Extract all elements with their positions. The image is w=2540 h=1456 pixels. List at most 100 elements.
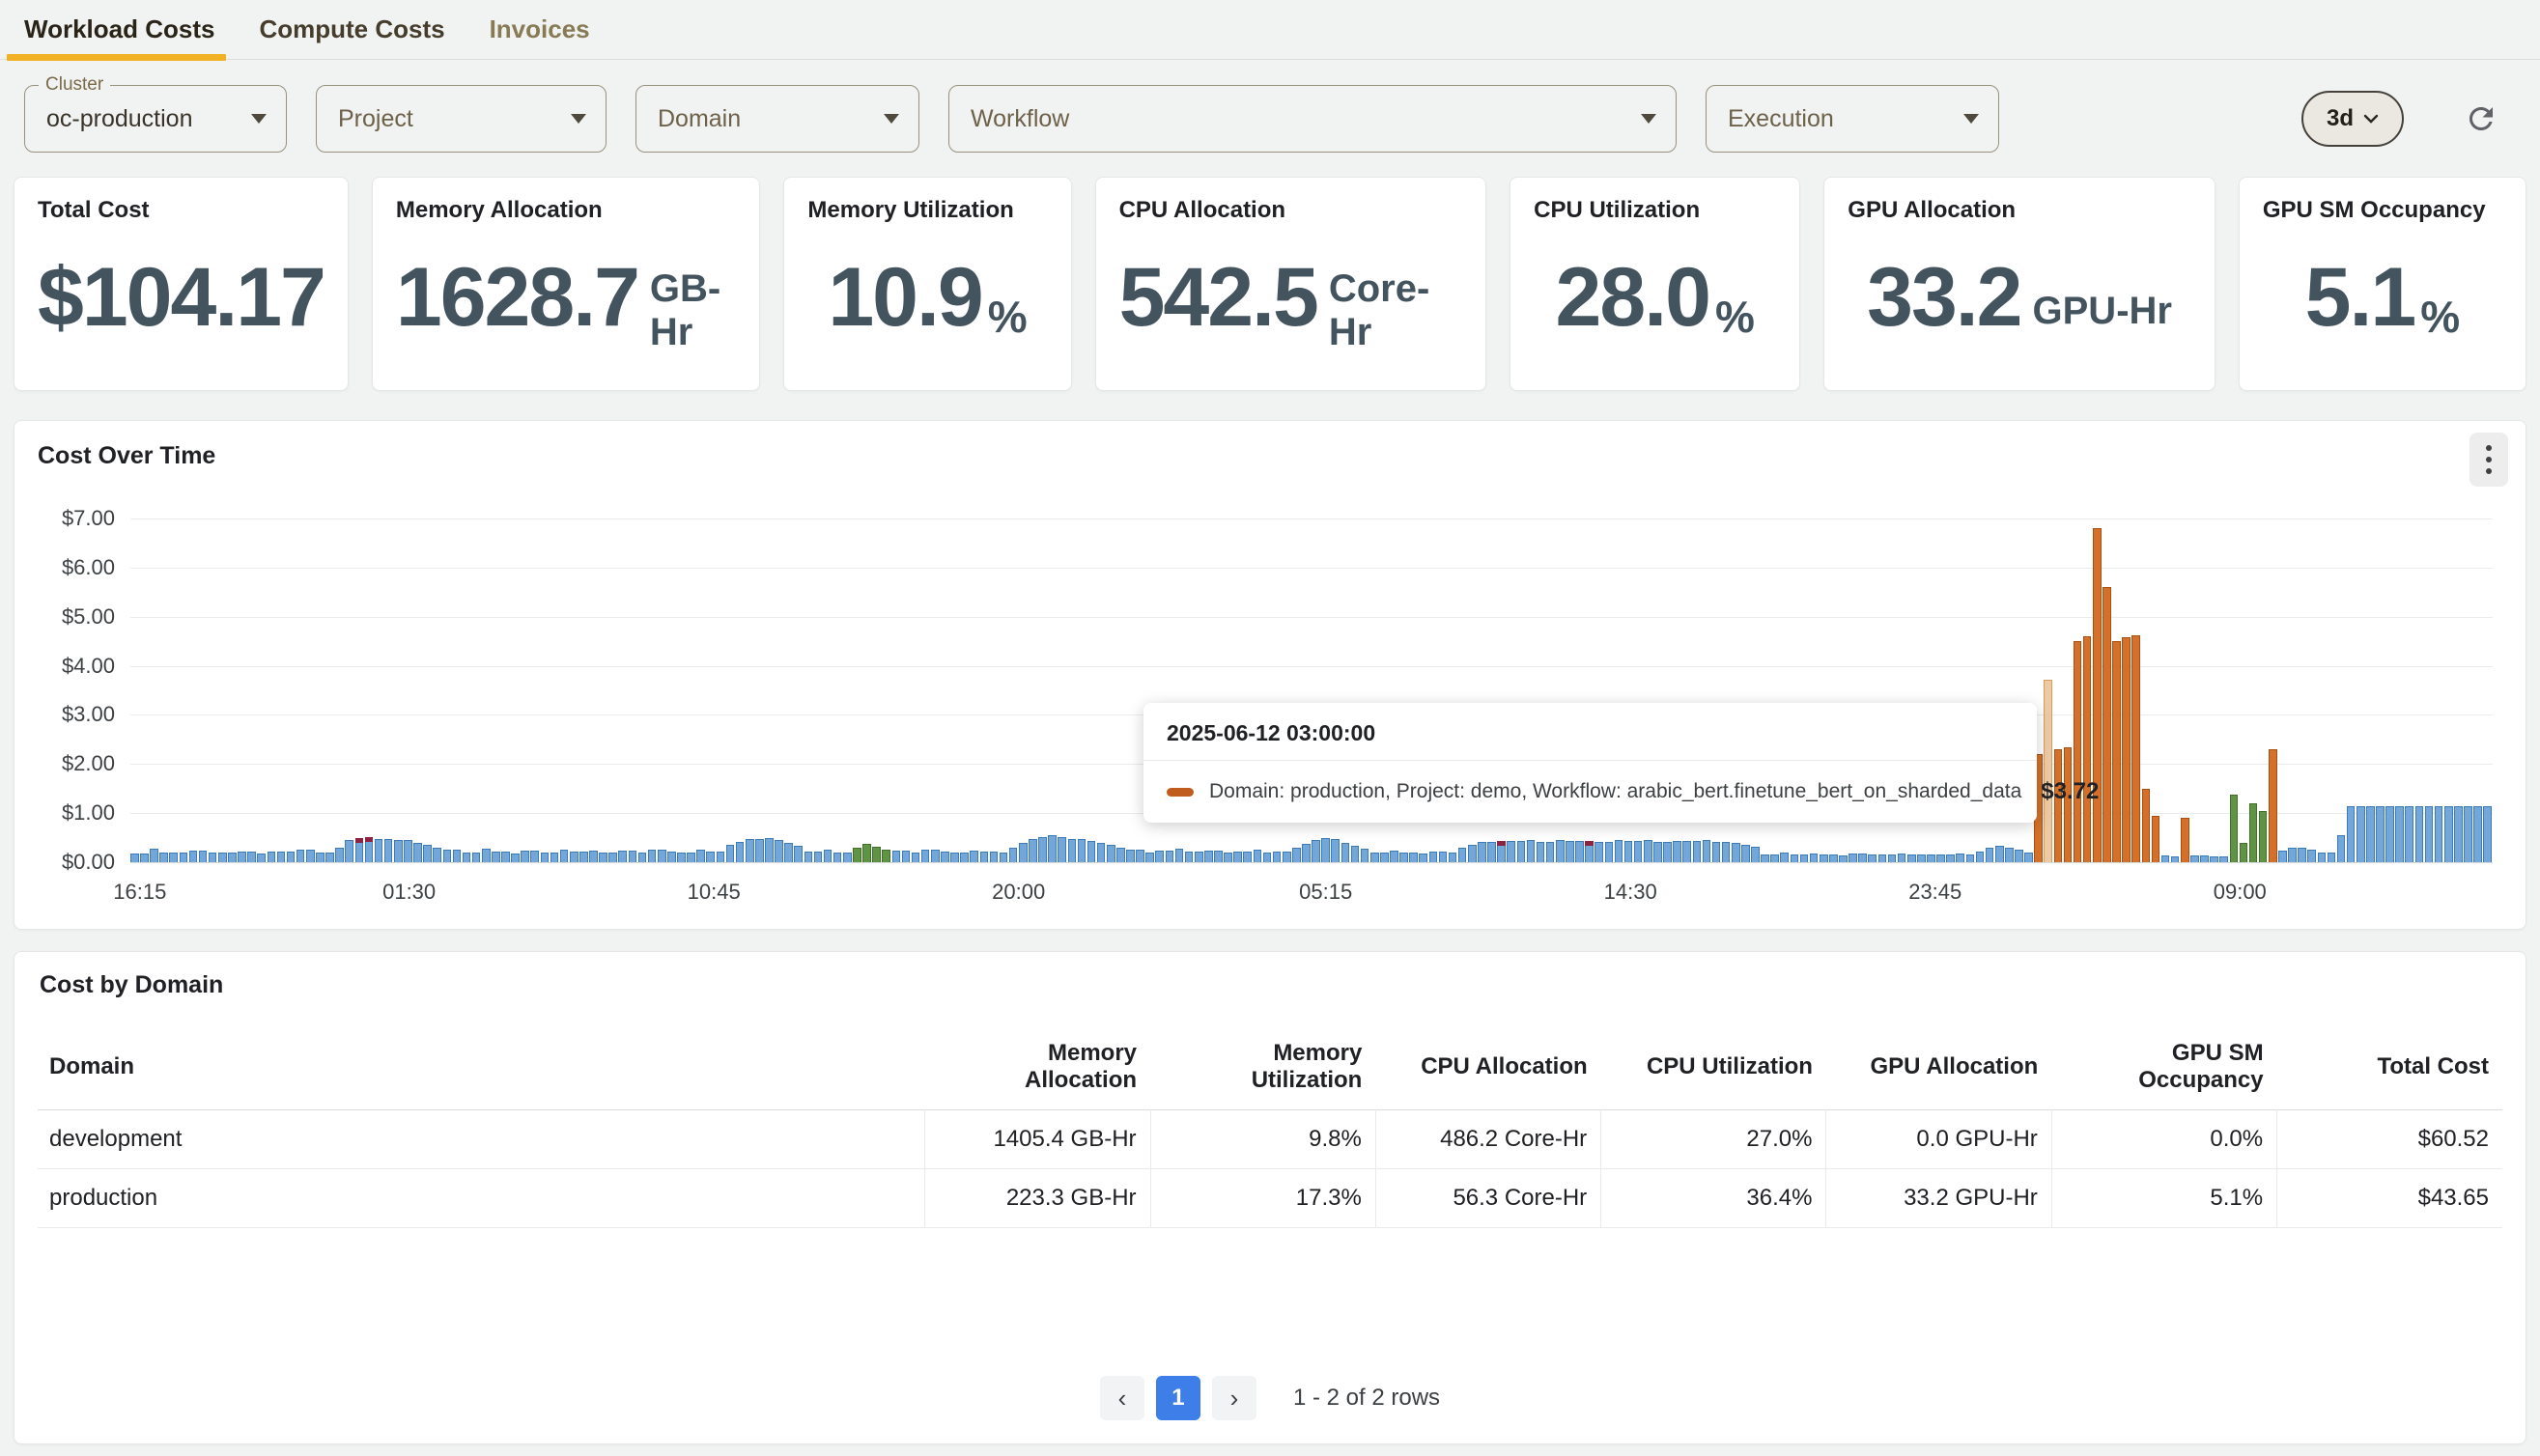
chart-bar[interactable] [892, 851, 901, 862]
chart-bar[interactable] [1537, 842, 1545, 862]
chart-bar[interactable] [335, 848, 344, 862]
chart-bar[interactable] [629, 851, 637, 862]
chart-bar[interactable] [2376, 806, 2385, 862]
chart-bar[interactable] [2152, 816, 2160, 862]
chart-bar[interactable] [1312, 840, 1320, 862]
chart-bar[interactable] [1097, 843, 1106, 862]
chart-bar[interactable] [1233, 852, 1242, 862]
chart-bar[interactable] [1624, 841, 1633, 862]
chart-bar[interactable] [2328, 853, 2336, 862]
chart-bar[interactable] [1458, 848, 1467, 862]
chart-bar[interactable] [1595, 842, 1603, 862]
chart-bar[interactable] [960, 853, 969, 862]
chart-bar[interactable] [1380, 853, 1389, 862]
chart-bar[interactable] [1956, 854, 1964, 862]
chart-bar[interactable] [2074, 641, 2082, 862]
chart-bar[interactable] [1038, 837, 1047, 862]
chart-bar[interactable] [2200, 855, 2209, 862]
chart-bar[interactable] [159, 853, 168, 862]
chart-bar[interactable] [169, 853, 178, 862]
chart-bar[interactable] [2366, 806, 2375, 862]
chart-bar[interactable] [1155, 851, 1164, 862]
chart-bar[interactable] [717, 852, 725, 862]
chart-bar[interactable] [150, 849, 158, 862]
chart-bar[interactable] [511, 854, 520, 862]
chart-bar[interactable] [1653, 842, 1662, 862]
chart-bar[interactable] [1000, 853, 1008, 862]
chart-bar[interactable] [1585, 841, 1594, 862]
chart-bar[interactable] [1243, 852, 1252, 862]
chart-bar[interactable] [1898, 854, 1906, 862]
chart-bar[interactable] [1575, 841, 1584, 862]
chart-bar[interactable] [2005, 848, 2014, 862]
execution-select[interactable]: Execution [1706, 85, 1999, 153]
chart-bar[interactable] [1791, 854, 1799, 862]
chart-bar[interactable] [765, 838, 774, 862]
chart-bar[interactable] [1849, 854, 1857, 862]
chart-bar[interactable] [658, 850, 666, 862]
chart-bar[interactable] [140, 854, 149, 862]
chart-bar[interactable] [931, 850, 940, 862]
chart-bar[interactable] [950, 853, 959, 862]
chart-bar[interactable] [618, 851, 627, 862]
chart-bar[interactable] [1341, 843, 1350, 862]
chart-bar[interactable] [2405, 806, 2413, 862]
chart-bar[interactable] [1029, 839, 1037, 862]
chart-bar[interactable] [2385, 806, 2394, 862]
chart-bar[interactable] [2112, 641, 2121, 862]
chart-bar[interactable] [1009, 848, 1018, 862]
chart-bar[interactable] [1254, 850, 1262, 862]
chart-bar[interactable] [1273, 852, 1282, 862]
chart-bar[interactable] [1048, 835, 1057, 862]
chart-bar[interactable] [746, 839, 754, 862]
chart-bar[interactable] [1644, 840, 1652, 862]
chart-bar[interactable] [1497, 841, 1506, 862]
chart-bar[interactable] [1527, 840, 1536, 862]
chart-bar[interactable] [1361, 849, 1369, 862]
chart-bar[interactable] [413, 843, 422, 862]
chart-bar[interactable] [1185, 852, 1194, 862]
chart-bar[interactable] [2483, 806, 2492, 862]
chart-bar[interactable] [296, 850, 305, 862]
chart-bar[interactable] [1927, 854, 1935, 862]
chart-menu-button[interactable] [2469, 433, 2508, 487]
chart-bar[interactable] [1712, 842, 1721, 862]
chart-bar[interactable] [492, 852, 500, 862]
chart-bar[interactable] [1399, 853, 1408, 862]
chart-bar[interactable] [1936, 854, 1945, 862]
chart-bar[interactable] [1409, 853, 1418, 862]
chart-bar[interactable] [1966, 854, 1975, 862]
chart-bar[interactable] [463, 853, 471, 862]
chart-bar[interactable] [814, 852, 823, 862]
tab-compute-costs[interactable]: Compute Costs [259, 0, 444, 60]
chart-bar[interactable] [1722, 842, 1731, 862]
chart-bar[interactable] [677, 853, 686, 862]
chart-bar[interactable] [306, 850, 315, 862]
chart-bar[interactable] [1224, 853, 1232, 862]
chart-bar[interactable] [365, 837, 374, 862]
chart-bar[interactable] [1829, 854, 1838, 862]
chart-bar[interactable] [1321, 838, 1330, 862]
chart-bar[interactable] [2190, 855, 2199, 862]
chart-bar[interactable] [2425, 806, 2434, 862]
chart-bar[interactable] [2415, 806, 2424, 862]
chart-bar[interactable] [1195, 852, 1203, 862]
chart-bar[interactable] [2161, 855, 2170, 862]
chart-bar[interactable] [2142, 789, 2151, 862]
chart-bar[interactable] [1136, 850, 1144, 862]
chart-bar[interactable] [882, 850, 890, 862]
chart-bar[interactable] [1976, 852, 1985, 862]
current-page-button[interactable]: 1 [1156, 1376, 1200, 1420]
chart-bar[interactable] [1615, 840, 1623, 862]
chart-bar[interactable] [1107, 845, 1115, 862]
previous-page-button[interactable]: ‹ [1100, 1376, 1144, 1420]
chart-bar[interactable] [218, 853, 227, 862]
chart-bar[interactable] [268, 852, 276, 862]
chart-bar[interactable] [2249, 803, 2258, 862]
chart-bar[interactable] [2435, 806, 2443, 862]
chart-bar[interactable] [2298, 848, 2306, 862]
refresh-button[interactable] [2460, 98, 2502, 140]
chart-bar[interactable] [755, 839, 764, 862]
chart-bar[interactable] [1741, 845, 1750, 862]
chart-bar[interactable] [2288, 848, 2297, 862]
